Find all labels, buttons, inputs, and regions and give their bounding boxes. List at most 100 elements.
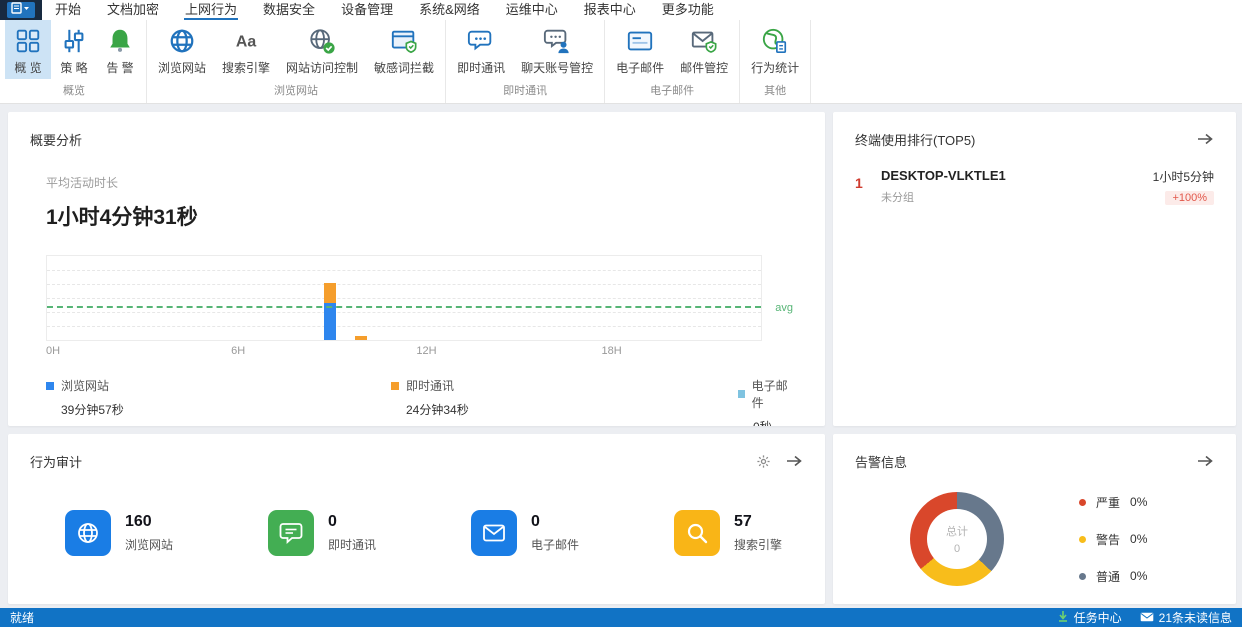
message-envelope-icon [1140,611,1154,625]
alert-legend-item-2: 普通 0% [1079,568,1147,585]
menu-item-0[interactable]: 开始 [42,0,94,20]
sensitive-word-block-icon [389,26,419,56]
panel-ranking: 终端使用排行(TOP5) 1 DESKTOP-VLKTLE1 未分组 1小时5分钟 +1… [833,112,1236,426]
audit-stat-value: 57 [734,513,752,530]
app-menu-button[interactable] [7,2,35,18]
ribbon-button-label: 邮件管控 [680,61,729,75]
audit-stat-label: 即时通讯 [328,538,377,552]
legend-item-1: 即时通讯 24分钟34秒 [391,377,469,418]
ribbon-group-2: 即时通讯 聊天账号管控 即时通讯 [446,20,606,103]
ribbon-button-email[interactable]: 电子邮件 [608,20,672,79]
avg-activity-value: 1小时4分钟31秒 [46,206,198,229]
app-menu-icon [11,1,31,19]
unread-messages-label: 21条未读信息 [1158,611,1232,625]
ribbon-group-name-4: 其他 [764,85,787,97]
ribbon-button-chat-account-control[interactable]: 聊天账号管控 [513,20,601,79]
x-tick-label: 18H [601,345,622,357]
ribbon-button-sensitive-word-block[interactable]: 敏感词拦截 [366,20,442,79]
globe-stat-icon [65,510,111,556]
ribbon-button-site-access-control[interactable]: 网站访问控制 [278,20,366,79]
menubar: 开始 文档加密 上网行为 数据安全 设备管理 系统&网络 运维中心 报表中心 更多功能 [0,0,1242,20]
x-tick-label: 0H [46,345,61,357]
legend-item-2: 电子邮件 0秒 [738,377,791,426]
ribbon-group-1: 浏览网站 Aa 搜索引擎 网站访问控制 敏感词拦截 浏览网站 [147,20,447,103]
audit-stats: 160 浏览网站 0 即时通讯 0 电子邮件 57 搜索引擎 [30,510,803,556]
menu-item-4[interactable]: 设备管理 [328,0,406,20]
legend-item-0: 浏览网站 39分钟57秒 [46,377,124,418]
ranking-list: 1 DESKTOP-VLKTLE1 未分组 1小时5分钟 +100% [855,168,1214,206]
chart-gridline [47,326,761,327]
ribbon-button-browse-globe[interactable]: 浏览网站 [150,20,214,79]
ribbon-button-mail-control[interactable]: 邮件管控 [672,20,736,79]
ribbon-group-buttons-3: 电子邮件 邮件管控 [605,20,739,79]
alert-legend-item-0: 严重 0% [1079,494,1147,511]
mail-control-icon [689,26,719,56]
ribbon-button-overview-grid[interactable]: 概 览 [5,20,51,79]
chat-account-control-icon [542,26,572,56]
avg-activity-label: 平均活动时长 [46,176,119,190]
panel-alert: 告警信息 总计 0 严重 0% 警告 0% 普通 0% [833,434,1236,604]
alert-body: 总计 0 严重 0% 警告 0% 普通 0% [855,492,1214,586]
task-center-button[interactable]: 任务中心 [1057,609,1122,626]
rank-right: 1小时5分钟 +100% [1153,168,1214,206]
ribbon-button-policy-sliders[interactable]: 策 略 [51,20,97,79]
ribbon-button-label: 行为统计 [751,61,800,75]
alert-donut-chart: 总计 0 [910,492,1004,586]
audit-stat-value: 160 [125,513,152,530]
alert-more-arrow-icon[interactable] [1196,454,1214,468]
menu-item-5[interactable]: 系统&网络 [406,0,493,20]
audit-stat-text: 160 浏览网站 [125,513,173,553]
rank-info: DESKTOP-VLKTLE1 未分组 [881,168,1006,205]
panel-audit-title: 行为审计 [30,454,83,470]
ranking-list-item-0[interactable]: 1 DESKTOP-VLKTLE1 未分组 1小时5分钟 +100% [855,168,1214,206]
legend-label: 即时通讯 [406,379,455,393]
ribbon-button-search-engine-aa[interactable]: Aa 搜索引擎 [214,20,278,79]
audit-stat-text: 57 搜索引擎 [734,513,782,553]
status-text: 就绪 [10,611,35,625]
search-stat-icon [674,510,720,556]
ribbon-button-behavior-stats[interactable]: 行为统计 [743,20,807,79]
audit-stat-1: 0 即时通讯 [268,510,471,556]
main-menu: 开始 文档加密 上网行为 数据安全 设备管理 系统&网络 运维中心 报表中心 更多功能 [42,0,727,20]
menu-item-6[interactable]: 运维中心 [493,0,571,20]
menu-item-3[interactable]: 数据安全 [250,0,328,20]
ribbon-button-label: 聊天账号管控 [521,61,594,75]
terminal-name: DESKTOP-VLKTLE1 [881,168,1006,183]
alert-legend-label: 普通 [1096,569,1121,584]
ribbon-button-label: 敏感词拦截 [374,61,435,75]
alert-donut-center: 总计 0 [910,492,1004,586]
ribbon-button-im-chat[interactable]: 即时通讯 [449,20,513,79]
statusbar: 就绪 任务中心 21条未读信息 [0,608,1242,627]
panel-audit: 行为审计 160 浏览网站 0 即时通讯 0 电子邮件 57 搜索引擎 [8,434,825,604]
legend-value: 0秒 [753,418,791,426]
overview-grid-icon [13,26,43,56]
ribbon-button-alert-bell[interactable]: 告 警 [97,20,143,79]
menu-item-7[interactable]: 报表中心 [571,0,649,20]
unread-messages-button[interactable]: 21条未读信息 [1140,609,1232,626]
alert-legend-label: 警告 [1096,532,1121,547]
download-arrow-icon [1057,610,1069,625]
legend-label: 电子邮件 [751,379,788,410]
ranking-more-arrow-icon[interactable] [1196,132,1214,146]
policy-sliders-icon [59,26,89,56]
audit-more-arrow-icon[interactable] [785,454,803,468]
alert-legend-dot [1079,498,1086,506]
panel-summary: 概要分析 平均活动时长 1小时4分钟31秒 avg 0H 6H 12H 18H 浏览网… [8,112,825,426]
search-engine-aa-icon: Aa [231,26,261,56]
legend-item-top: 即时通讯 [391,377,469,394]
x-tick-label: 6H [231,345,246,357]
audit-settings-gear-icon[interactable] [756,454,771,469]
ribbon-button-label: 搜索引擎 [222,61,271,75]
ribbon-group-name-1: 浏览网站 [274,85,319,97]
ribbon-group-buttons-4: 行为统计 [740,20,810,79]
ribbon-group-buttons-2: 即时通讯 聊天账号管控 [446,20,604,79]
activity-chart: avg 0H 6H 12H 18H [46,255,793,359]
im-chat-icon [466,26,496,56]
ribbon-group-buttons-1: 浏览网站 Aa 搜索引擎 网站访问控制 敏感词拦截 [147,20,445,79]
menu-item-8[interactable]: 更多功能 [649,0,727,20]
alert-bell-icon [105,26,135,56]
menu-item-2[interactable]: 上网行为 [172,0,250,20]
menu-item-1[interactable]: 文档加密 [94,0,172,20]
audit-stat-label: 搜索引擎 [734,538,783,552]
alert-legend-value: 0% [1130,569,1148,583]
